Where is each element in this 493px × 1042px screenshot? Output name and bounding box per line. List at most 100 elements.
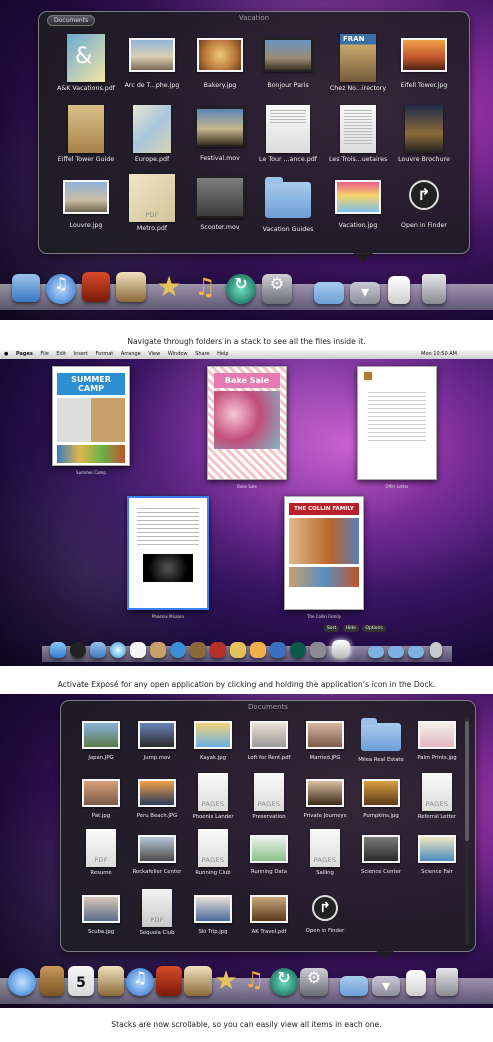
file-item[interactable]: Eiffel Tower Guide <box>57 105 115 163</box>
menu-item-insert[interactable]: Insert <box>74 351 88 357</box>
photo-item[interactable]: Ski Trip.jpg <box>185 889 241 935</box>
preview-app-icon[interactable] <box>98 966 124 996</box>
garageband-app-icon[interactable]: ♫ <box>240 966 268 996</box>
file-item[interactable]: & A&K Vacations.pdf <box>57 34 115 92</box>
time-machine-app-icon[interactable]: ↻ <box>270 968 298 996</box>
itunes-app-icon[interactable]: ♫ <box>46 274 76 304</box>
file-item[interactable]: Arc de T...phe.jpg <box>123 38 181 89</box>
file-item[interactable]: Eifell Tower.jpg <box>395 38 453 89</box>
window-the-collin-family[interactable]: THE COLLIN FAMILY <box>284 496 364 610</box>
trash-icon[interactable] <box>436 968 458 996</box>
document-item[interactable]: PAGES Preservation <box>241 773 297 820</box>
photo-item[interactable]: Private Journeys <box>297 773 353 819</box>
photo-item[interactable]: Pat.jpg <box>73 773 129 819</box>
imovie-app-icon[interactable]: ★ <box>212 966 240 996</box>
ical-app-icon[interactable]: 5 <box>68 966 94 996</box>
document-item[interactable]: PDF Sequoia Club <box>129 889 185 936</box>
garageband-app-icon[interactable] <box>250 642 266 658</box>
folder-item[interactable]: Vacation Guides <box>259 177 317 233</box>
menu-item-view[interactable]: View <box>148 351 160 357</box>
applications-folder-icon[interactable] <box>314 282 344 304</box>
trash-icon[interactable] <box>430 642 442 658</box>
trash-icon[interactable] <box>422 274 446 304</box>
menu-item-window[interactable]: Window <box>168 351 188 357</box>
iphoto-app-icon[interactable] <box>116 272 146 302</box>
photo-item[interactable]: Peru Beach.JPG <box>129 773 185 819</box>
time-machine-app-icon[interactable]: ↻ <box>226 274 256 304</box>
window-bake-sale[interactable]: Bake Sale <box>207 366 287 480</box>
sort-button[interactable]: Sort <box>324 625 340 632</box>
photo-item[interactable]: Scuba.jpg <box>73 889 129 935</box>
time-machine-app-icon[interactable] <box>290 642 306 658</box>
scrollbar-thumb[interactable] <box>465 721 469 841</box>
safari-app-icon[interactable] <box>110 642 126 658</box>
file-item[interactable]: Louvre.jpg <box>57 180 115 229</box>
file-item[interactable]: Louvre Brochure <box>395 105 453 163</box>
menu-item-edit[interactable]: Edit <box>56 351 66 357</box>
menu-item-format[interactable]: Format <box>96 351 114 357</box>
imovie-app-icon[interactable] <box>230 642 246 658</box>
itunes-app-icon[interactable]: ♫ <box>126 968 154 996</box>
photo-booth-app-icon[interactable] <box>210 642 226 658</box>
menu-item-help[interactable]: Help <box>217 351 228 357</box>
garageband-app-icon[interactable]: ♫ <box>190 272 220 302</box>
downloads-stack-icon[interactable] <box>388 276 410 304</box>
window-summer-camp[interactable]: SUMMER CAMP <box>52 366 130 466</box>
file-item[interactable]: PDF Metro.pdf <box>123 174 181 232</box>
open-in-finder-item[interactable]: ↱ Open in Finder <box>297 889 353 934</box>
document-item[interactable]: PAGES Referral Letter <box>409 773 465 820</box>
address-book-app-icon[interactable] <box>40 966 64 996</box>
keynote-app-icon[interactable] <box>270 642 286 658</box>
iphoto-app-icon[interactable] <box>184 966 212 996</box>
menu-item-arrange[interactable]: Arrange <box>121 351 141 357</box>
file-item[interactable]: Les Trois...uetaires <box>329 105 387 163</box>
finder-app-icon[interactable] <box>50 642 66 658</box>
mail-app-icon[interactable] <box>90 642 106 658</box>
photo-booth-app-icon[interactable] <box>82 272 110 302</box>
file-item[interactable]: Vacation.jpg <box>329 180 387 229</box>
applications-folder-icon[interactable] <box>340 976 368 996</box>
system-preferences-app-icon[interactable]: ⚙ <box>300 968 328 996</box>
system-preferences-app-icon[interactable]: ⚙ <box>262 274 292 304</box>
document-item[interactable]: PAGES Running Club <box>185 829 241 876</box>
photo-item[interactable]: Married.JPG <box>297 715 353 761</box>
menu-item-share[interactable]: Share <box>195 351 209 357</box>
photo-item[interactable]: Japan.JPG <box>73 715 129 761</box>
file-item[interactable]: Le Tour ...ance.pdf <box>259 105 317 163</box>
menu-item-file[interactable]: File <box>40 351 48 357</box>
open-in-finder-item[interactable]: ↱ Open in Finder <box>395 180 453 229</box>
file-item[interactable]: Scooter.mov <box>191 176 249 231</box>
photo-item[interactable]: Palm Prints.jpg <box>409 715 465 761</box>
apple-icon[interactable]: ● <box>4 351 8 357</box>
photo-item[interactable]: Science Center <box>353 829 409 875</box>
folder-item[interactable]: Milea Real Estate <box>353 715 409 763</box>
system-preferences-app-icon[interactable] <box>310 642 326 658</box>
imovie-app-icon[interactable]: ★ <box>154 272 184 302</box>
photo-item[interactable]: Rockafeller Center <box>129 829 185 875</box>
documents-stack-icon[interactable]: ▾ <box>372 976 400 996</box>
photo-item[interactable]: Loft for Rent.pdf <box>241 715 297 761</box>
photo-item[interactable]: Pumpkins.jpg <box>353 773 409 819</box>
options-button[interactable]: Options <box>362 625 386 632</box>
document-item[interactable]: PDF Resume <box>73 829 129 876</box>
documents-stack-icon[interactable]: ▾ <box>350 282 380 304</box>
file-item[interactable]: Europe.pdf <box>123 105 181 163</box>
dashboard-app-icon[interactable] <box>70 642 86 658</box>
applications-folder-icon[interactable] <box>368 646 384 658</box>
downloads-stack-icon[interactable] <box>406 970 426 996</box>
mail-app-icon[interactable] <box>12 274 40 302</box>
ical-app-icon[interactable] <box>130 642 146 658</box>
document-item[interactable]: PAGES Sailing <box>297 829 353 876</box>
window-offer-letter[interactable] <box>357 366 437 480</box>
itunes-app-icon[interactable] <box>170 642 186 658</box>
documents-folder-icon[interactable] <box>388 646 404 658</box>
photo-item[interactable]: Jump.mov <box>129 715 185 761</box>
pages-app-icon[interactable] <box>332 640 350 658</box>
photo-item[interactable]: Running Data <box>241 829 297 875</box>
file-item[interactable]: FRAN Chez No...irectory <box>329 34 387 92</box>
menu-item-pages[interactable]: Pages <box>16 351 33 357</box>
menu-clock[interactable]: Mon 10:50 AM <box>421 350 457 359</box>
hide-button[interactable]: Hide <box>342 625 359 632</box>
downloads-folder-icon[interactable] <box>408 646 424 658</box>
document-item[interactable]: PAGES Phoenix Lander <box>185 773 241 820</box>
